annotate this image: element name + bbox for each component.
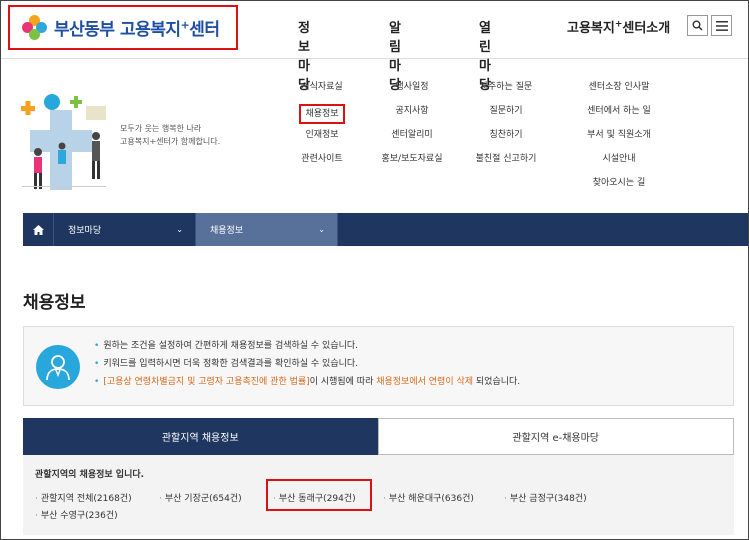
highlight-box bbox=[266, 479, 372, 511]
region-item-gijang[interactable]: · 부산 기장군(654건) bbox=[159, 491, 242, 504]
law-link[interactable]: [고용상 연령차별금지 및 고령자 고용촉진에 관한 법률] bbox=[103, 377, 309, 387]
info-line-3: • [고용상 연령차별금지 및 고령자 고용촉진에 관한 법률]이 시행됨에 따라… bbox=[94, 377, 521, 387]
submenu-item-alerts[interactable]: 센터알리미 bbox=[373, 128, 451, 152]
home-button[interactable] bbox=[23, 213, 54, 246]
submenu-info: 서식자료실 채용정보 인재정보 관련사이트 bbox=[293, 80, 351, 176]
submenu-item-facility[interactable]: 시설안내 bbox=[574, 152, 664, 176]
breadcrumb-jobs-label: 채용정보 bbox=[210, 226, 244, 236]
region-item-haeundae[interactable]: · 부산 해운대구(636건) bbox=[383, 491, 474, 504]
home-icon bbox=[32, 224, 44, 235]
breadcrumb-info-label: 정보마당 bbox=[68, 226, 102, 236]
breadcrumb-jobs-dropdown[interactable]: 채용정보 ⌄ bbox=[196, 213, 338, 246]
submenu-item-ask[interactable]: 질문하기 bbox=[466, 104, 546, 128]
submenu-item-greeting[interactable]: 센터소장 인사말 bbox=[574, 80, 664, 104]
region-title: 관할지역의 채용정보 입니다. bbox=[35, 470, 145, 480]
hamburger-icon bbox=[715, 20, 728, 31]
submenu-open: 자주하는 질문 질문하기 칭찬하기 불친절 신고하기 bbox=[466, 80, 546, 176]
submenu-item-press[interactable]: 홍보/보도자료실 bbox=[373, 152, 451, 176]
region-item-all[interactable]: · 관할지역 전체(2168건) bbox=[35, 491, 132, 504]
location-bar: 정보마당 ⌄ 채용정보 ⌄ bbox=[23, 213, 748, 246]
page-title: 채용정보 bbox=[23, 293, 86, 313]
welfare-illustration-icon bbox=[21, 94, 106, 190]
region-item-geumjeong[interactable]: · 부산 금정구(348건) bbox=[504, 491, 587, 504]
nav-item-center[interactable]: 고용복지+센터소개 bbox=[567, 17, 670, 36]
info-line-1: • 원하는 조건을 설정하여 간편하게 채용정보를 검색하실 수 있습니다. bbox=[94, 341, 359, 351]
info-line-2: • 키워드를 입력하시면 더욱 정확한 검색결과를 확인하실 수 있습니다. bbox=[94, 359, 359, 369]
region-item-suyeong[interactable]: · 부산 수영구(236건) bbox=[35, 508, 118, 521]
breadcrumb-info-dropdown[interactable]: 정보마당 ⌄ bbox=[54, 213, 196, 246]
submenu-item-faq[interactable]: 자주하는 질문 bbox=[466, 80, 546, 104]
tab-regional-e-jobs[interactable]: 관할지역 e-채용마당 bbox=[377, 418, 734, 455]
submenu-notice: 행사일정 공지사항 센터알리미 홍보/보도자료실 bbox=[373, 80, 451, 176]
site-header: 부산동부 고용복지+센터 정보마당 알림마당 열린마당 고용복지+센터소개 bbox=[1, 1, 748, 93]
slogan-line-2: 고용복지+센터가 함께합니다. bbox=[120, 137, 221, 146]
submenu-item-directions[interactable]: 찾아오시는 길 bbox=[574, 176, 664, 200]
search-button[interactable] bbox=[687, 15, 708, 36]
chevron-down-icon: ⌄ bbox=[318, 225, 325, 234]
person-icon bbox=[36, 345, 80, 389]
region-panel: 관할지역의 채용정보 입니다. · 관할지역 전체(2168건) · 부산 기장군(… bbox=[23, 455, 734, 535]
tab-bar: 관할지역 채용정보 관할지역 e-채용마당 bbox=[23, 418, 734, 455]
search-icon bbox=[692, 20, 703, 31]
submenu-item-talent[interactable]: 인재정보 bbox=[293, 128, 351, 152]
submenu-center: 센터소장 인사말 센터에서 하는 일 부서 및 직원소개 시설안내 찾아오시는 … bbox=[574, 80, 664, 200]
logo-mark-icon bbox=[22, 14, 48, 41]
logo-text: 부산동부 고용복지+센터 bbox=[54, 18, 220, 40]
submenu-item-notices[interactable]: 공지사항 bbox=[373, 104, 451, 128]
mega-menu: 모두가 웃는 행복한 나라 고용복지+센터가 함께합니다. 서식자료실 채용정보… bbox=[1, 60, 748, 213]
submenu-item-praise[interactable]: 칭찬하기 bbox=[466, 128, 546, 152]
chevron-down-icon: ⌄ bbox=[176, 225, 183, 234]
submenu-item-jobs[interactable]: 채용정보 bbox=[299, 104, 345, 124]
submenu-item-complaint[interactable]: 불친절 신고하기 bbox=[466, 152, 546, 176]
site-logo[interactable]: 부산동부 고용복지+센터 bbox=[8, 5, 238, 50]
slogan-line-1: 모두가 웃는 행복한 나라 bbox=[120, 124, 202, 133]
submenu-item-links[interactable]: 관련사이트 bbox=[293, 152, 351, 176]
submenu-item-forms[interactable]: 서식자료실 bbox=[293, 80, 351, 104]
submenu-item-staff[interactable]: 부서 및 직원소개 bbox=[574, 128, 664, 152]
info-box: • 원하는 조건을 설정하여 간편하게 채용정보를 검색하실 수 있습니다. • 키… bbox=[23, 326, 734, 406]
submenu-item-work[interactable]: 센터에서 하는 일 bbox=[574, 104, 664, 128]
submenu-item-events[interactable]: 행사일정 bbox=[373, 80, 451, 104]
slogan-text: 모두가 웃는 행복한 나라 고용복지+센터가 함께합니다. bbox=[120, 122, 220, 148]
menu-button[interactable] bbox=[711, 15, 732, 36]
tab-regional-jobs[interactable]: 관할지역 채용정보 bbox=[23, 418, 378, 455]
